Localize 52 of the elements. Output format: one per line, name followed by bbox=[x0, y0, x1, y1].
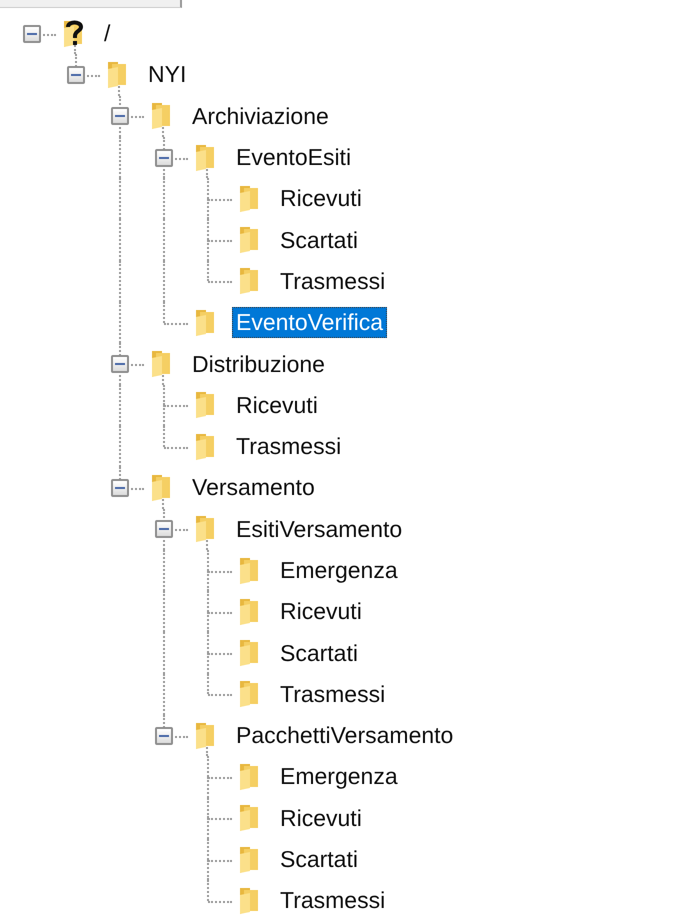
expander-button[interactable] bbox=[155, 148, 173, 167]
tree-item[interactable]: Ricevuti bbox=[276, 802, 366, 834]
folder-icon bbox=[238, 226, 260, 254]
folder-icon bbox=[194, 308, 216, 337]
folder-icon bbox=[106, 60, 128, 89]
folder-icon bbox=[238, 598, 260, 626]
expander-button[interactable] bbox=[67, 66, 85, 84]
folder-icon bbox=[150, 102, 172, 130]
expander-button[interactable] bbox=[155, 520, 173, 538]
folder-icon bbox=[194, 722, 216, 750]
tree-item[interactable]: Trasmessi bbox=[276, 678, 390, 710]
folder-icon bbox=[194, 144, 216, 172]
folder-icon bbox=[238, 886, 260, 915]
tree-item[interactable]: Trasmessi bbox=[276, 885, 390, 915]
tree-item[interactable]: Distribuzione bbox=[188, 348, 329, 380]
folder-icon bbox=[238, 680, 260, 708]
unknown-folder-icon bbox=[62, 20, 84, 48]
tree-item[interactable]: Ricevuti bbox=[276, 183, 366, 214]
tree-item[interactable]: Ricevuti bbox=[276, 596, 366, 628]
tree-item[interactable]: NYI bbox=[144, 59, 190, 90]
expander-button[interactable] bbox=[111, 107, 129, 126]
tree-item[interactable]: EventoVerifica bbox=[232, 307, 388, 338]
tree-item[interactable]: Scartati bbox=[276, 844, 362, 876]
folder-icon bbox=[238, 846, 260, 874]
tree-item[interactable]: / bbox=[100, 18, 114, 50]
folder-icon bbox=[150, 474, 172, 502]
folder-icon bbox=[238, 184, 260, 213]
tree-item[interactable]: Emergenza bbox=[276, 761, 402, 792]
folder-icon bbox=[238, 639, 260, 668]
tree-item[interactable]: Scartati bbox=[276, 224, 362, 256]
expander-button[interactable] bbox=[111, 478, 129, 497]
tree-item[interactable]: Ricevuti bbox=[232, 390, 322, 421]
tree-item[interactable]: Scartati bbox=[276, 638, 362, 669]
folder-icon bbox=[194, 432, 216, 461]
expander-button[interactable] bbox=[111, 355, 129, 374]
tree-item[interactable]: Trasmessi bbox=[232, 431, 346, 462]
tree-item[interactable]: Trasmessi bbox=[276, 266, 390, 297]
tree-item[interactable]: EventoEsiti bbox=[232, 142, 356, 174]
tree-item[interactable]: Emergenza bbox=[276, 555, 402, 586]
expander-button[interactable] bbox=[155, 726, 173, 745]
folder-icon bbox=[194, 391, 216, 420]
folder-icon bbox=[194, 515, 216, 544]
tree-item[interactable]: EsitiVersamento bbox=[232, 514, 406, 545]
tree-item[interactable]: PacchettiVersamento bbox=[232, 720, 458, 752]
tree-item[interactable]: Archiviazione bbox=[188, 100, 333, 132]
folder-icon bbox=[150, 350, 172, 378]
folder-icon bbox=[238, 556, 260, 584]
tree-item[interactable]: Versamento bbox=[188, 472, 319, 504]
folder-icon bbox=[238, 804, 260, 832]
expander-button[interactable] bbox=[23, 24, 41, 43]
folder-icon bbox=[238, 762, 260, 791]
folder-icon bbox=[238, 267, 260, 296]
